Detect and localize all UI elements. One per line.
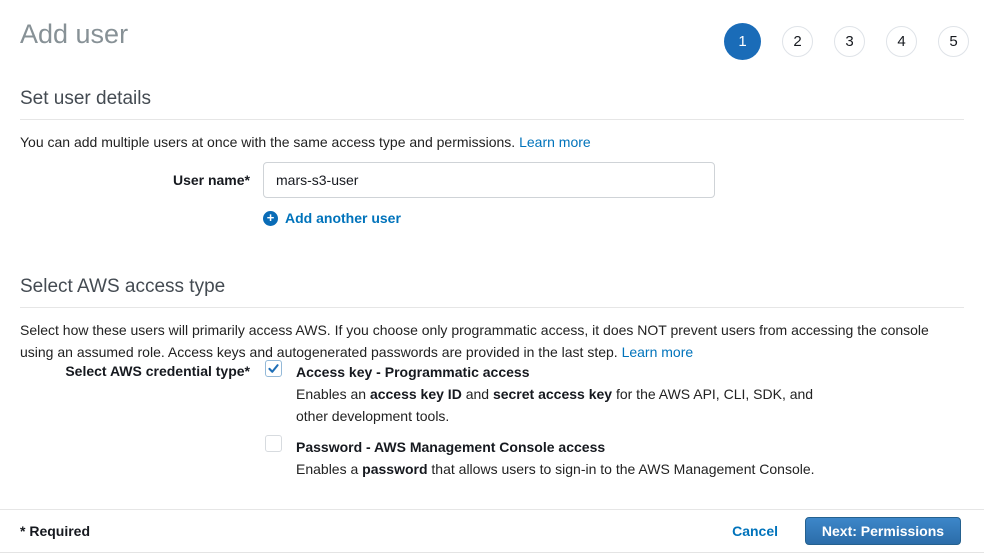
divider: [20, 307, 964, 308]
step-4-badge: 4: [886, 26, 917, 57]
plus-circle-icon: +: [263, 211, 278, 226]
section-user-details: Set user details You can add multiple us…: [20, 88, 964, 153]
checkmark-icon: [267, 362, 280, 375]
required-note: * Required: [20, 523, 90, 539]
page-title: Add user: [20, 19, 128, 50]
access-type-intro: Select how these users will primarily ac…: [20, 319, 964, 363]
username-label: User name*: [20, 172, 250, 188]
access-type-learn-more-link[interactable]: Learn more: [622, 344, 694, 360]
section-access-type: Select AWS access type Select how these …: [20, 276, 964, 363]
add-another-user-button[interactable]: + Add another user: [263, 210, 401, 226]
user-details-intro: You can add multiple users at once with …: [20, 131, 964, 153]
credential-type-label: Select AWS credential type*: [20, 363, 250, 379]
user-details-learn-more-link[interactable]: Learn more: [519, 134, 591, 150]
password-checkbox[interactable]: [265, 435, 282, 452]
access-type-heading: Select AWS access type: [20, 276, 964, 298]
step-1-badge: 1: [724, 23, 761, 60]
step-2-badge: 2: [782, 26, 813, 57]
user-details-heading: Set user details: [20, 88, 964, 110]
username-input[interactable]: [263, 162, 715, 198]
step-5-badge: 5: [938, 26, 969, 57]
wizard-step-indicator: 1 2 3 4 5: [724, 22, 969, 60]
option-password-title: Password - AWS Management Console access: [296, 436, 841, 458]
footer-divider: [0, 509, 984, 510]
access-key-checkbox[interactable]: [265, 360, 282, 377]
add-user-wizard: Add user 1 2 3 4 5 Set user details You …: [0, 0, 984, 556]
step-3-badge: 3: [834, 26, 865, 57]
divider: [20, 119, 964, 120]
add-another-user-label: Add another user: [285, 210, 401, 226]
option-access-key-description: Enables an access key ID and secret acce…: [296, 383, 841, 427]
next-permissions-button[interactable]: Next: Permissions: [805, 517, 961, 545]
option-password: Password - AWS Management Console access…: [296, 436, 841, 480]
option-password-description: Enables a password that allows users to …: [296, 458, 841, 480]
option-access-key-title: Access key - Programmatic access: [296, 361, 841, 383]
option-access-key: Access key - Programmatic access Enables…: [296, 361, 841, 427]
cancel-button[interactable]: Cancel: [732, 523, 778, 539]
bottom-border: [0, 552, 984, 553]
